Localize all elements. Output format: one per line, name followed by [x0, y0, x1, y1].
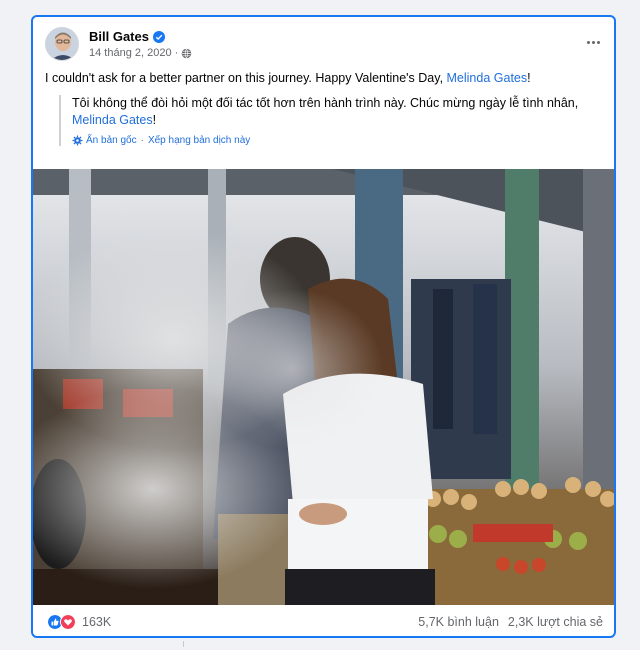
- comments-count[interactable]: 5,7K bình luận: [418, 615, 499, 629]
- post-card: Bill Gates 14 tháng 2, 2020 · I couldn't…: [31, 15, 616, 638]
- translation-end: !: [152, 113, 157, 127]
- globe-icon: [181, 48, 192, 58]
- post-stats: 5,7K bình luận 2,3K lượt chia sẻ: [418, 615, 603, 629]
- tool-separator: ·: [140, 135, 144, 146]
- post-caption: I couldn't ask for a better partner on t…: [45, 70, 605, 86]
- translation-body: Tôi không thể đòi hỏi một đối tác tốt hơ…: [72, 96, 579, 110]
- reactions-summary[interactable]: 163K: [47, 614, 111, 630]
- caption-mention-link[interactable]: Melinda Gates: [447, 71, 528, 85]
- post-photo[interactable]: [33, 169, 614, 605]
- rate-translation-link[interactable]: Xếp hạng bản dịch này: [148, 135, 250, 146]
- love-icon: [60, 614, 76, 630]
- gear-icon: [72, 135, 83, 146]
- more-options-icon[interactable]: [581, 33, 605, 51]
- reaction-count: 163K: [82, 615, 112, 629]
- shares-count[interactable]: 2,3K lượt chia sẻ: [508, 615, 603, 629]
- author-name[interactable]: Bill Gates: [89, 29, 149, 44]
- post-date[interactable]: 14 tháng 2, 2020: [89, 47, 172, 59]
- translation-text: Tôi không thể đòi hỏi một đối tác tốt hơ…: [72, 95, 599, 129]
- translation-mention-link[interactable]: Melinda Gates: [72, 113, 153, 127]
- author-avatar[interactable]: [45, 27, 79, 61]
- post-header: Bill Gates 14 tháng 2, 2020 ·: [45, 27, 605, 67]
- verified-badge-icon: [152, 30, 165, 43]
- hide-original-link[interactable]: Ẩn bản gốc: [86, 135, 137, 146]
- caption-text: I couldn't ask for a better partner on t…: [45, 71, 447, 85]
- divider-tick: [183, 641, 184, 647]
- translation-tools: Ẩn bản gốc · Xếp hạng bản dịch này: [72, 135, 599, 146]
- post-footer: 163K 5,7K bình luận 2,3K lượt chia sẻ: [47, 614, 603, 634]
- meta-separator: ·: [174, 47, 179, 59]
- caption-end: !: [527, 71, 531, 85]
- translation-block: Tôi không thể đòi hỏi một đối tác tốt hơ…: [59, 95, 599, 146]
